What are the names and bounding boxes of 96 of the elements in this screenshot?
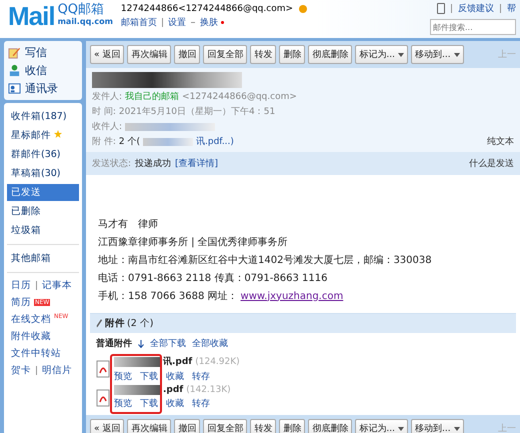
website-link[interactable]: www.jxyuzhang.com: [240, 290, 344, 302]
skin-link[interactable]: 换肤: [200, 16, 218, 29]
toolbar-button[interactable]: 标记为...: [355, 45, 408, 64]
file-name: .pdf: [163, 385, 184, 395]
signature-line: 手机：158 7066 3688 网址：: [98, 290, 238, 303]
file-action-link[interactable]: 收藏: [166, 370, 184, 383]
toolbar-button[interactable]: 删除: [279, 45, 306, 64]
brand-name: QQ邮箱: [58, 4, 106, 16]
toolbar-button[interactable]: 回复全部: [203, 45, 248, 64]
home-link[interactable]: 邮箱首页: [120, 16, 157, 29]
sidebar-action[interactable]: 写信: [8, 45, 78, 60]
paperclip-icon: [95, 318, 103, 328]
attachment-link[interactable]: 讯.pdf...): [196, 135, 234, 148]
search-field[interactable]: 邮件搜索...: [430, 19, 516, 35]
download-all-link[interactable]: 全部下载: [150, 337, 186, 350]
signature-line: 马才有 律师: [98, 218, 159, 231]
attachments-title: 附件: [105, 317, 125, 330]
toolbar-button[interactable]: 标记为...: [355, 419, 408, 433]
help-link[interactable]: 什么是发送: [469, 157, 514, 170]
field-label: 附 件:: [92, 136, 116, 148]
file-size: (124.92K): [195, 356, 240, 366]
toolbar-button[interactable]: 移动到...: [410, 419, 464, 433]
tool-link[interactable]: 文件中转站: [11, 347, 61, 360]
toolbar-button[interactable]: 撤回: [174, 419, 200, 433]
notification-dot: [220, 21, 224, 24]
save-all-link[interactable]: 全部收藏: [192, 337, 228, 350]
account-address: 1274244866<1274244866@qq.com>: [120, 4, 294, 14]
folder-item[interactable]: 其他邮箱: [7, 250, 79, 267]
file-action-link[interactable]: 预览: [114, 397, 132, 410]
file-action-link[interactable]: 下载: [140, 370, 158, 383]
brand-domain: mail.qq.com: [58, 16, 113, 28]
tool-link[interactable]: 贺卡: [11, 364, 31, 377]
delivery-status: 投递成功: [135, 158, 172, 170]
attachment-count: 2 个(: [118, 136, 140, 148]
field-label: 发件人:: [92, 90, 122, 103]
sender-address: <1274244866@qq.com>: [182, 92, 297, 102]
folder-item[interactable]: 星标邮件: [7, 127, 79, 144]
status-label: 发送状态:: [92, 158, 132, 170]
file-action-link[interactable]: 预览: [114, 370, 132, 383]
details-link[interactable]: [查看详情]: [175, 157, 218, 170]
file-action-link[interactable]: 转存: [192, 397, 210, 410]
folder-item[interactable]: 已删除: [7, 203, 79, 220]
redacted-filename: [114, 356, 160, 366]
tool-link[interactable]: 简历: [11, 296, 31, 309]
sidebar-action[interactable]: 通讯录: [8, 81, 78, 96]
tool-link[interactable]: 在线文档: [11, 313, 51, 326]
tool-link[interactable]: 日历: [11, 279, 31, 292]
toolbar-button[interactable]: 撤回: [174, 45, 200, 64]
help-link[interactable]: 帮: [507, 2, 516, 15]
signature-line: 地址：南昌市红谷滩新区红谷中大道1402号滩发大厦七层，邮编：330038: [98, 254, 433, 267]
folder-item[interactable]: 群邮件(36): [7, 146, 79, 163]
tool-link[interactable]: 记事本: [42, 279, 72, 292]
folder-item[interactable]: 已发送: [7, 184, 79, 201]
toolbar-button[interactable]: 彻底删除: [308, 419, 352, 433]
file-action-link[interactable]: 转存: [192, 370, 210, 383]
file-size: (142.13K): [186, 385, 231, 395]
toolbar-button[interactable]: « 返回: [90, 419, 124, 433]
signature-line: 电话：0791-8663 2118 传真：0791-8663 1116: [98, 272, 328, 285]
contact-card-icon: [8, 82, 21, 95]
toolbar-button[interactable]: « 返回: [90, 45, 124, 64]
redacted-filename: [143, 138, 194, 146]
tool-link[interactable]: 附件收藏: [11, 330, 51, 343]
tool-link[interactable]: 明信片: [42, 364, 72, 377]
sidebar-action[interactable]: 收信: [8, 63, 78, 78]
feedback-link[interactable]: 反馈建议: [458, 2, 494, 15]
folder-item[interactable]: 垃圾箱: [7, 222, 79, 239]
plain-text-link[interactable]: 纯文本: [487, 135, 514, 148]
mail-logo: Mail: [8, 2, 55, 30]
pencil-icon: [8, 46, 21, 59]
pdf-file-icon: [96, 388, 110, 406]
phone-icon[interactable]: [437, 3, 445, 14]
file-action-link[interactable]: 下载: [140, 397, 158, 410]
attachments-count: (2 个): [127, 317, 154, 330]
settings-link[interactable]: 设置: [168, 16, 186, 29]
toolbar-button[interactable]: 再次编辑: [127, 45, 172, 64]
toolbar-button[interactable]: 移动到...: [410, 45, 464, 64]
folder-item[interactable]: 草稿箱(30): [7, 165, 79, 182]
toolbar-button[interactable]: 转发: [250, 419, 276, 433]
redacted-filename: [114, 385, 160, 395]
toolbar-button[interactable]: 回复全部: [203, 419, 248, 433]
sent-time: 2021年5月10日（星期一）下午4：51: [118, 106, 276, 118]
pdf-file-icon: [96, 360, 110, 378]
toolbar-button[interactable]: 再次编辑: [127, 419, 172, 433]
field-label: 收件人:: [92, 120, 122, 133]
folder-item[interactable]: 收件箱(187): [7, 108, 79, 125]
toolbar-button[interactable]: 转发: [250, 45, 276, 64]
toolbar-button[interactable]: 删除: [279, 419, 306, 433]
highlight-frame: [110, 354, 162, 414]
file-name: 讯.pdf: [163, 356, 192, 368]
download-arrow-icon: [138, 340, 144, 348]
toolbar-button[interactable]: 彻底删除: [308, 45, 352, 64]
field-label: 时 间:: [92, 106, 116, 118]
signature-line: 江西豫章律师事务所 | 全国优秀律师事务所: [98, 236, 289, 249]
file-action-link[interactable]: 收藏: [166, 397, 184, 410]
people-icon: [8, 64, 21, 77]
attachment-type: 普通附件: [96, 337, 132, 350]
